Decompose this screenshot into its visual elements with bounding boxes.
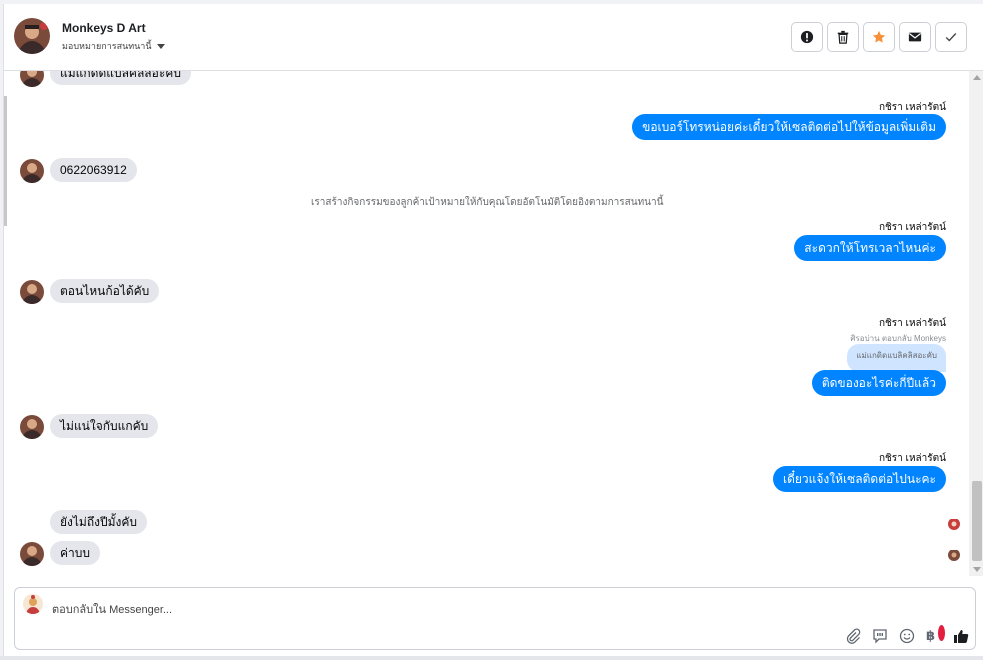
assign-conversation-dropdown[interactable]: มอบหมายการสนทนานี้ <box>62 39 165 53</box>
seen-avatar-icon <box>948 518 960 530</box>
seen-avatar-icon <box>948 549 960 561</box>
inbox-conversation-panel: Monkeys D Art มอบหมายการสนทนานี้ แม่แกดิ… <box>3 4 983 660</box>
outgoing-message[interactable]: สะดวกให้โทรเวลาไหนค่ะ <box>794 235 946 261</box>
sender-name: กชิรา เหล่ารัตน์ <box>878 222 946 233</box>
payment-button[interactable]: ฿ <box>926 625 945 644</box>
contact-avatar-small <box>20 280 44 304</box>
outgoing-message[interactable]: เดี๋ยวแจ้งให้เซลติดต่อไปนะคะ <box>772 466 946 492</box>
message-thread[interactable]: แม่แกดิดแบลิคลิสอะคับ กชิรา เหล่ารัตน์ ข… <box>4 71 967 576</box>
outgoing-message[interactable]: ติดของอะไรค่ะกี่ปีแล้ว <box>811 370 946 396</box>
check-icon <box>945 33 957 42</box>
contact-avatar-small <box>20 71 44 87</box>
sender-name: กชิรา เหล่ารัตน์ <box>878 318 946 329</box>
message-text: ตอนไหนก้อได้คับ <box>50 279 160 303</box>
thread-scrollbar[interactable] <box>969 71 983 576</box>
scroll-down-icon[interactable] <box>973 567 981 572</box>
contact-avatar-small <box>20 542 44 566</box>
trash-icon <box>837 30 849 44</box>
incoming-message[interactable]: ไม่แน่ใจกับแกคับ <box>50 414 159 438</box>
sender-name: กชิรา เหล่ารัตน์ <box>878 102 946 113</box>
saved-reply-icon <box>873 629 887 644</box>
star-icon <box>872 30 886 43</box>
incoming-message[interactable]: ยังไม่ถึงปีมั้งคับ <box>50 510 147 534</box>
conversation-actions <box>791 22 967 52</box>
baht-icon: ฿ <box>926 628 936 643</box>
reply-input[interactable]: ตอบกลับใน Messenger... <box>52 600 172 618</box>
mark-spam-button[interactable] <box>791 22 823 52</box>
delete-button[interactable] <box>827 22 859 52</box>
scrollbar-thumb[interactable] <box>972 481 982 561</box>
message-text: ค่าบบ <box>50 541 100 565</box>
notification-dot <box>938 625 945 641</box>
mark-unread-button[interactable] <box>899 22 931 52</box>
alert-icon <box>800 30 814 44</box>
message-text: ติดของอะไรค่ะกี่ปีแล้ว <box>811 370 946 396</box>
contact-avatar-small <box>20 159 44 183</box>
incoming-message[interactable]: ตอนไหนก้อได้คับ <box>50 279 160 303</box>
message-text: ไม่แน่ใจกับแกคับ <box>50 414 159 438</box>
quoted-message[interactable]: แม่แกดิดแบลิคลิสอะคับ <box>847 344 946 372</box>
contact-name[interactable]: Monkeys D Art <box>62 21 146 35</box>
message-text: สะดวกให้โทรเวลาไหนค่ะ <box>794 235 946 261</box>
bottom-border <box>0 656 983 660</box>
star-button[interactable] <box>863 22 895 52</box>
conversation-header: Monkeys D Art มอบหมายการสนทนานี้ <box>4 4 983 71</box>
incoming-message[interactable]: แม่แกดิดแบลิคลิสอะคับ <box>50 71 191 85</box>
envelope-icon <box>908 32 922 42</box>
message-text: ยังไม่ถึงปีมั้งคับ <box>50 510 147 534</box>
emoji-button[interactable] <box>899 628 915 644</box>
assign-label: มอบหมายการสนทนานี้ <box>62 41 152 51</box>
outgoing-message[interactable]: ขอเบอร์โทรหน่อยค่ะเดี๋ยวให้เซลติดต่อไปให… <box>632 114 946 140</box>
chevron-down-icon <box>156 43 165 49</box>
thumbs-up-icon <box>954 630 969 643</box>
contact-avatar[interactable] <box>14 18 50 54</box>
message-text: 0622063912 <box>50 158 137 182</box>
incoming-message[interactable]: 0622063912 <box>50 158 137 182</box>
like-button[interactable] <box>953 628 969 644</box>
paperclip-icon <box>846 628 861 644</box>
contact-avatar-small <box>20 415 44 439</box>
scroll-up-icon[interactable] <box>973 75 981 80</box>
message-text: เดี๋ยวแจ้งให้เซลติดต่อไปนะคะ <box>772 466 946 492</box>
left-scroll-indicator <box>4 96 7 226</box>
message-text: แม่แกดิดแบลิคลิสอะคับ <box>50 71 191 85</box>
composer-tools: ฿ <box>845 625 969 644</box>
page-avatar <box>23 594 43 614</box>
emoji-icon <box>899 628 915 644</box>
attach-button[interactable] <box>845 628 861 644</box>
reply-composer[interactable]: ตอบกลับใน Messenger... ฿ <box>14 587 976 650</box>
sender-name: กชิรา เหล่ารัตน์ <box>878 453 946 464</box>
incoming-message[interactable]: ค่าบบ <box>50 541 100 565</box>
system-notice: เราสร้างกิจกรรมของลูกค้าเป้าหมายให้กับคุ… <box>311 197 664 208</box>
saved-reply-button[interactable] <box>872 628 888 644</box>
message-text: ขอเบอร์โทรหน่อยค่ะเดี๋ยวให้เซลติดต่อไปให… <box>632 114 946 140</box>
mark-done-button[interactable] <box>935 22 967 52</box>
